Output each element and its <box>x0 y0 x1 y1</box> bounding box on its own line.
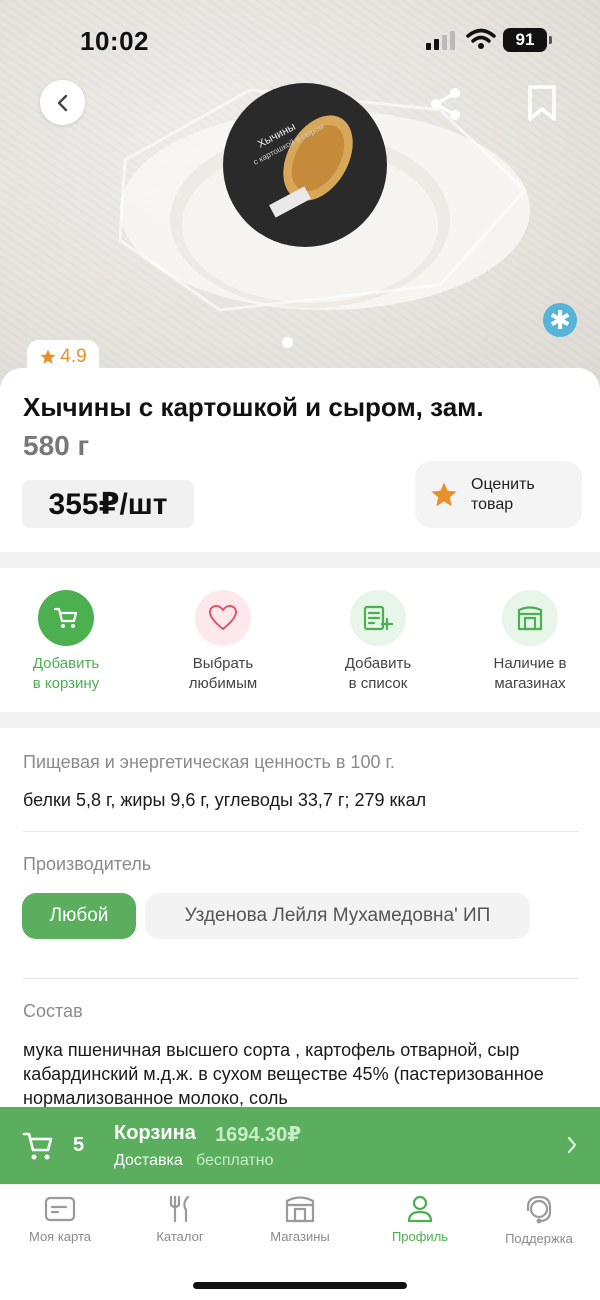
status-time: 10:02 <box>80 26 149 56</box>
star-icon <box>40 349 56 364</box>
back-button[interactable] <box>40 80 85 125</box>
product-title: Хычины с картошкой и сыром, зам. <box>23 392 484 422</box>
cart-count: 5 <box>73 1134 85 1156</box>
tab-label: Моя карта <box>28 1229 92 1244</box>
product-photo: Хычины с картошкой и сыром <box>118 83 530 312</box>
add-to-cart-action[interactable]: Добавить в корзину <box>0 590 141 694</box>
rate-product-label: Оценить товар <box>471 475 535 513</box>
status-bar: 10:02 91 <box>0 0 600 80</box>
store-icon <box>502 590 558 646</box>
manufacturer-chip-any[interactable]: Любой <box>22 893 136 939</box>
tab-support[interactable]: Поддержка <box>484 1195 594 1246</box>
nutrition-value: белки 5,8 г, жиры 9,6 г, углеводы 33,7 г… <box>23 790 427 810</box>
carousel-dot <box>282 337 293 348</box>
cellular-signal-icon <box>426 31 455 50</box>
action-label: Выбрать любимым <box>188 655 258 692</box>
store-availability-action[interactable]: Наличие в магазинах <box>455 590 600 694</box>
tab-label: Каталог <box>156 1229 204 1244</box>
star-icon <box>431 482 457 506</box>
frozen-snowflake-icon: ✱ <box>543 303 577 337</box>
tab-label: Магазины <box>270 1229 330 1244</box>
tab-stores[interactable]: Магазины <box>245 1195 355 1244</box>
product-price: 355₽/шт <box>22 480 194 528</box>
delivery-label: Доставка <box>114 1152 183 1169</box>
manufacturer-chip[interactable]: Узденова Лейля Мухамедовна' ИП <box>145 893 530 939</box>
manufacturer-label: Производитель <box>23 854 152 874</box>
tab-my-card[interactable]: Моя карта <box>5 1195 115 1244</box>
tab-profile[interactable]: Профиль <box>365 1195 475 1244</box>
add-to-list-action[interactable]: Добавить в список <box>303 590 453 694</box>
share-icon[interactable] <box>428 86 464 122</box>
delivery-value: бесплатно <box>196 1152 274 1169</box>
home-indicator <box>193 1282 407 1289</box>
cart-sum: 1694.30₽ <box>215 1124 302 1146</box>
rate-product-button[interactable]: Оценить товар <box>415 461 582 528</box>
composition-label: Состав <box>23 1001 83 1021</box>
action-label: Добавить в корзину <box>32 655 100 692</box>
action-label: Добавить в список <box>344 655 412 692</box>
catalog-icon <box>169 1195 190 1223</box>
cart-title: Корзина <box>114 1122 196 1144</box>
battery-indicator: 91 <box>503 28 552 52</box>
divider <box>23 978 578 979</box>
tab-label: Поддержка <box>505 1231 573 1246</box>
support-icon <box>526 1195 552 1224</box>
nutrition-label: Пищевая и энергетическая ценность в 100 … <box>23 752 395 772</box>
wifi-icon <box>466 28 496 49</box>
section-divider <box>0 712 600 728</box>
heart-icon <box>195 590 251 646</box>
tab-catalog[interactable]: Каталог <box>125 1195 235 1244</box>
card-icon <box>44 1196 76 1222</box>
stores-icon <box>285 1196 315 1223</box>
cart-icon <box>38 590 94 646</box>
profile-icon <box>407 1195 433 1223</box>
favorite-action[interactable]: Выбрать любимым <box>148 590 298 694</box>
chevron-right-icon <box>567 1136 577 1154</box>
cart-icon <box>22 1132 53 1160</box>
product-image-carousel[interactable]: Хычины с картошкой и сыром 10:02 91 ✱ <box>0 0 600 395</box>
divider <box>23 831 578 832</box>
rating-value: 4.9 <box>60 346 87 367</box>
cart-bar[interactable]: 5 Корзина 1694.30₽ Доставка бесплатно <box>0 1107 600 1184</box>
add-list-icon <box>350 590 406 646</box>
action-label: Наличие в магазинах <box>493 655 567 692</box>
chevron-left-icon <box>57 94 67 111</box>
product-weight: 580 г <box>23 430 90 461</box>
bookmark-icon[interactable] <box>526 84 558 122</box>
composition-text: мука пшеничная высшего сорта , картофель… <box>23 1040 544 1108</box>
tab-label: Профиль <box>391 1229 449 1244</box>
section-divider <box>0 552 600 568</box>
